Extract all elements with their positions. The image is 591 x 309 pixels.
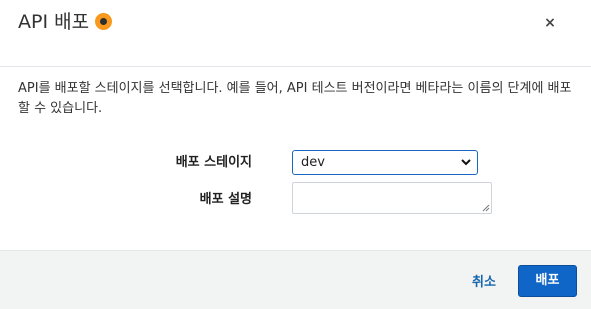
dialog-header: API 배포 × (0, 0, 591, 47)
stage-select[interactable]: dev (292, 150, 478, 175)
deploy-api-dialog: API 배포 × API를 배포할 스테이지를 선택합니다. 예를 들어, AP… (0, 0, 591, 309)
stage-label: 배포 스테이지 (175, 155, 252, 170)
description-textarea[interactable] (292, 182, 492, 214)
header-divider (0, 66, 591, 67)
close-button[interactable]: × (543, 13, 557, 33)
dialog-title: API 배포 (18, 9, 113, 35)
info-icon[interactable] (95, 13, 113, 30)
chevron-down-icon (461, 159, 471, 166)
deploy-button[interactable]: 배포 (518, 265, 577, 297)
dialog-title-text: API 배포 (18, 11, 90, 33)
dialog-description: API를 배포할 스테이지를 선택합니다. 예를 들어, API 테스트 버전이… (18, 81, 572, 116)
cancel-button[interactable]: 취소 (472, 271, 496, 290)
description-label: 배포 설명 (199, 192, 252, 207)
stage-select-value: dev (301, 155, 325, 170)
dialog-footer: 취소 배포 (0, 250, 591, 309)
resize-grip-icon[interactable] (482, 204, 490, 212)
